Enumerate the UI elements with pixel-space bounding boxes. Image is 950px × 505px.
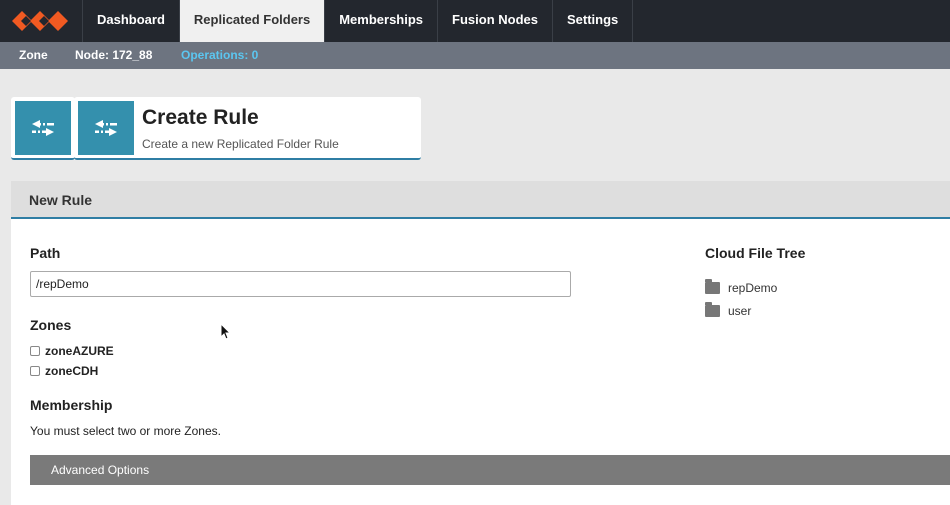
tree-item-label: repDemo	[728, 281, 778, 295]
cloud-file-tree-title: Cloud File Tree	[705, 245, 806, 261]
path-input[interactable]	[30, 271, 571, 297]
operations-link[interactable]: Operations: 0	[181, 48, 258, 62]
path-label: Path	[30, 245, 61, 261]
tree-item-user[interactable]: user	[705, 302, 752, 318]
panel-title: New Rule	[29, 192, 93, 208]
status-bar: Zone Node: 172_88 Operations: 0	[0, 42, 950, 69]
zone-label-cdh: zoneCDH	[45, 364, 99, 378]
membership-note: You must select two or more Zones.	[30, 424, 221, 438]
zone-label: Zone	[19, 48, 48, 62]
tab-memberships[interactable]: Memberships	[324, 0, 437, 42]
membership-label: Membership	[30, 397, 113, 413]
tab-fusion-nodes[interactable]: Fusion Nodes	[437, 0, 552, 42]
page-title: Create Rule	[142, 106, 259, 129]
checkbox[interactable]	[30, 346, 40, 356]
folder-icon	[705, 279, 720, 294]
tree-item-label: user	[728, 304, 752, 318]
wandisco-logo-icon[interactable]	[10, 6, 70, 36]
swap-arrows-icon	[15, 101, 71, 155]
advanced-options-bar[interactable]: Advanced Options	[30, 455, 950, 485]
zone-checkbox-cdh[interactable]: zoneCDH	[30, 364, 98, 378]
swap-arrows-icon	[78, 101, 134, 155]
tree-item-repdemo[interactable]: repDemo	[705, 279, 778, 295]
page-subtitle: Create a new Replicated Folder Rule	[142, 137, 339, 151]
top-navbar: Dashboard Replicated Folders Memberships…	[0, 0, 950, 42]
node-label: Node: 172_88	[75, 48, 153, 62]
tab-replicated-folders[interactable]: Replicated Folders	[178, 0, 325, 42]
replicated-folders-tile[interactable]	[11, 97, 75, 160]
zones-label: Zones	[30, 317, 72, 333]
tab-settings[interactable]: Settings	[551, 0, 634, 42]
mouse-cursor-icon	[220, 323, 232, 340]
panel-header: New Rule	[11, 181, 950, 219]
tab-dashboard[interactable]: Dashboard	[82, 0, 179, 42]
zone-label-azure: zoneAZURE	[45, 344, 114, 358]
folder-icon	[705, 302, 720, 317]
zone-checkbox-azure[interactable]: zoneAZURE	[30, 344, 114, 358]
checkbox[interactable]	[30, 366, 40, 376]
advanced-options-label: Advanced Options	[51, 463, 150, 477]
page-header: Create Rule Create a new Replicated Fold…	[74, 97, 421, 160]
